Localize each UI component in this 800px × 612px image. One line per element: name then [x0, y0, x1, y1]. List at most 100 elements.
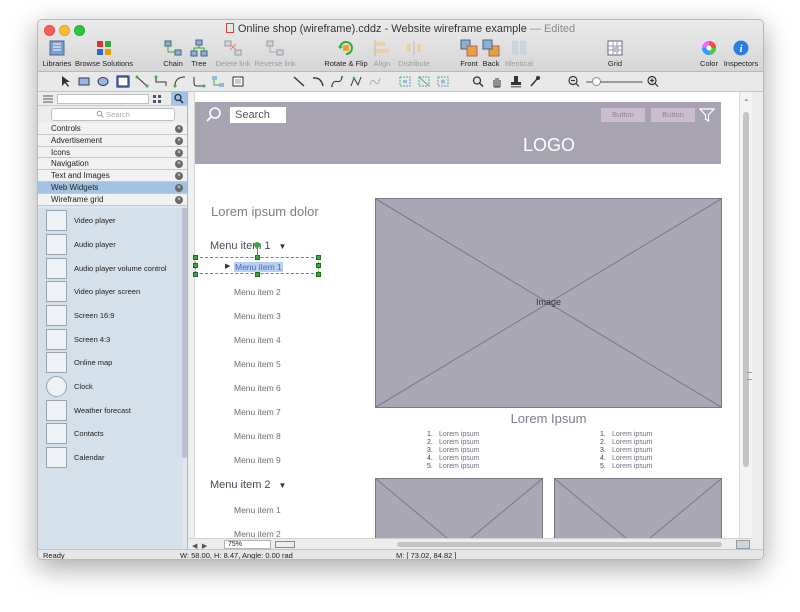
- library-category-web-widgets[interactable]: Web Widgets ×: [38, 181, 187, 194]
- library-search-input[interactable]: Search: [51, 108, 175, 121]
- resize-handle[interactable]: [255, 272, 260, 277]
- libraries-button[interactable]: Libraries: [40, 39, 74, 68]
- wireframe-subtitle[interactable]: Lorem Ipsum: [375, 411, 722, 426]
- delete-link-button[interactable]: Delete link: [213, 39, 253, 68]
- library-category-navigation[interactable]: Navigation ×: [38, 158, 187, 171]
- grid-view-icon[interactable]: [152, 94, 162, 104]
- close-icon[interactable]: ×: [175, 148, 183, 157]
- browse-solutions-button[interactable]: Browse Solutions: [74, 39, 134, 68]
- selected-menu-item[interactable]: Menu item 1: [234, 262, 283, 272]
- scroll-up-icon[interactable]: ⌃: [743, 98, 750, 107]
- zoom-level-select[interactable]: 75%: [224, 540, 271, 549]
- library-category-advertisement[interactable]: Advertisement ×: [38, 134, 187, 147]
- zoom-in-button[interactable]: [646, 75, 660, 88]
- library-category-text-and-images[interactable]: Text and Images ×: [38, 170, 187, 182]
- connector-tool[interactable]: [135, 75, 149, 88]
- close-icon[interactable]: ×: [175, 125, 183, 133]
- close-icon[interactable]: ×: [175, 183, 183, 192]
- close-icon[interactable]: ×: [175, 160, 183, 169]
- wireframe-numbered-list-right[interactable]: 1. Lorem ipsum 2. Lorem ipsum 3. Lorem ipsu…: [600, 431, 652, 471]
- search-library-button[interactable]: [171, 92, 187, 105]
- tree-button[interactable]: Tree: [187, 39, 211, 68]
- resize-handle[interactable]: [316, 255, 321, 260]
- chain-connector-tool[interactable]: [211, 75, 225, 88]
- library-item-audio-player-volume-control[interactable]: Audio player volume control: [46, 258, 183, 280]
- rotate-flip-button[interactable]: Rotate & Flip: [321, 39, 371, 68]
- zoom-out-button[interactable]: [567, 75, 581, 88]
- identical-button[interactable]: Identical: [502, 39, 536, 68]
- pan-tool[interactable]: [490, 75, 504, 88]
- rectangle-tool[interactable]: [77, 75, 91, 88]
- freehand-tool[interactable]: [368, 75, 382, 88]
- wireframe-numbered-list-left[interactable]: 1. Lorem ipsum 2. Lorem ipsum 3. Lorem ipsu…: [427, 431, 479, 471]
- wireframe-submenu-item[interactable]: Menu item 9: [234, 455, 281, 465]
- smart-connector-tool[interactable]: [154, 75, 168, 88]
- ellipse-tool[interactable]: [96, 75, 110, 88]
- resize-handle[interactable]: [193, 255, 198, 260]
- bezier-tool[interactable]: [330, 75, 344, 88]
- wireframe-submenu-item[interactable]: Menu item 4: [234, 335, 281, 345]
- library-item-video-player[interactable]: Video player: [46, 210, 183, 232]
- resize-handle[interactable]: [193, 272, 198, 277]
- wireframe-submenu-item[interactable]: Menu item 1: [234, 505, 281, 515]
- canvas-scroll-thumb[interactable]: [743, 112, 749, 467]
- library-list-icon[interactable]: [42, 94, 54, 104]
- chain-button[interactable]: Chain: [160, 39, 186, 68]
- resize-handle[interactable]: [193, 263, 198, 268]
- close-icon[interactable]: ×: [175, 172, 183, 181]
- zoom-slider-knob[interactable]: [592, 77, 601, 86]
- resize-handle[interactable]: [316, 272, 321, 277]
- library-selector[interactable]: [57, 94, 149, 104]
- wireframe-menu-1[interactable]: Menu item 1 ▼: [210, 240, 286, 252]
- library-item-screen-16-9[interactable]: Screen 16:9: [46, 305, 183, 327]
- grid-button[interactable]: Grid: [604, 39, 626, 68]
- container-tool[interactable]: [231, 75, 245, 88]
- snap-guides-tool[interactable]: [436, 75, 450, 88]
- wireframe-menu-2[interactable]: Menu item 2 ▼: [210, 479, 286, 491]
- color-button[interactable]: Color: [697, 39, 721, 68]
- wireframe-submenu-item[interactable]: Menu item 2: [234, 287, 281, 297]
- align-button[interactable]: Align: [371, 39, 393, 68]
- text-block-tool[interactable]: [116, 75, 130, 88]
- library-category-icons[interactable]: Icons ×: [38, 146, 187, 159]
- library-item-calendar[interactable]: Calendar: [46, 447, 183, 469]
- library-item-video-player-screen[interactable]: Video player screen: [46, 281, 183, 303]
- page-navigation[interactable]: ◀ ▶: [192, 540, 220, 550]
- wireframe-submenu-item[interactable]: Menu item 6: [234, 383, 281, 393]
- stamp-tool[interactable]: [509, 75, 523, 88]
- page-tabs-icon[interactable]: [275, 541, 295, 548]
- front-button[interactable]: Front: [458, 39, 480, 68]
- arc-connector-tool[interactable]: [173, 75, 187, 88]
- wireframe-image-placeholder[interactable]: Image: [375, 198, 722, 408]
- reverse-link-button[interactable]: Reverse link: [253, 39, 297, 68]
- wireframe-button-1[interactable]: Button: [601, 108, 645, 122]
- library-item-weather-forecast[interactable]: Weather forecast: [46, 400, 183, 422]
- library-item-clock[interactable]: Clock: [46, 376, 183, 398]
- wireframe-submenu-item[interactable]: Menu item 8: [234, 431, 281, 441]
- line-tool[interactable]: [292, 75, 306, 88]
- library-item-contacts[interactable]: Contacts: [46, 423, 183, 445]
- wireframe-search-field[interactable]: Search: [230, 107, 286, 123]
- library-category-controls[interactable]: Controls ×: [38, 123, 187, 135]
- back-button[interactable]: Back: [481, 39, 501, 68]
- library-item-audio-player[interactable]: Audio player: [46, 234, 183, 256]
- canvas-vertical-scrollbar[interactable]: ⌃: [739, 92, 752, 549]
- layers-grid-icon[interactable]: [736, 540, 750, 549]
- canvas-horizontal-scroll-thumb[interactable]: [397, 542, 722, 547]
- resize-handle[interactable]: [316, 263, 321, 268]
- snap-grid-tool[interactable]: [417, 75, 431, 88]
- wireframe-header[interactable]: Search Button Button LOGO: [195, 102, 721, 164]
- inspectors-button[interactable]: i Inspectors: [722, 39, 760, 68]
- wireframe-submenu-item[interactable]: Menu item 5: [234, 359, 281, 369]
- library-item-screen-4-3[interactable]: Screen 4:3: [46, 329, 183, 351]
- library-item-online-map[interactable]: Online map: [46, 352, 183, 374]
- wireframe-submenu-item[interactable]: Menu item 7: [234, 407, 281, 417]
- wireframe-logo[interactable]: LOGO: [523, 135, 575, 156]
- drawing-canvas[interactable]: Search Button Button LOGO Lorem ipsum do…: [189, 92, 752, 549]
- distribute-button[interactable]: Distribute: [395, 39, 433, 68]
- eyedropper-tool[interactable]: [528, 75, 542, 88]
- wireframe-submenu-item[interactable]: Menu item 3: [234, 311, 281, 321]
- library-scrollbar[interactable]: [182, 208, 187, 458]
- wireframe-button-2[interactable]: Button: [651, 108, 695, 122]
- library-category-wireframe-grid[interactable]: Wireframe grid ×: [38, 193, 187, 206]
